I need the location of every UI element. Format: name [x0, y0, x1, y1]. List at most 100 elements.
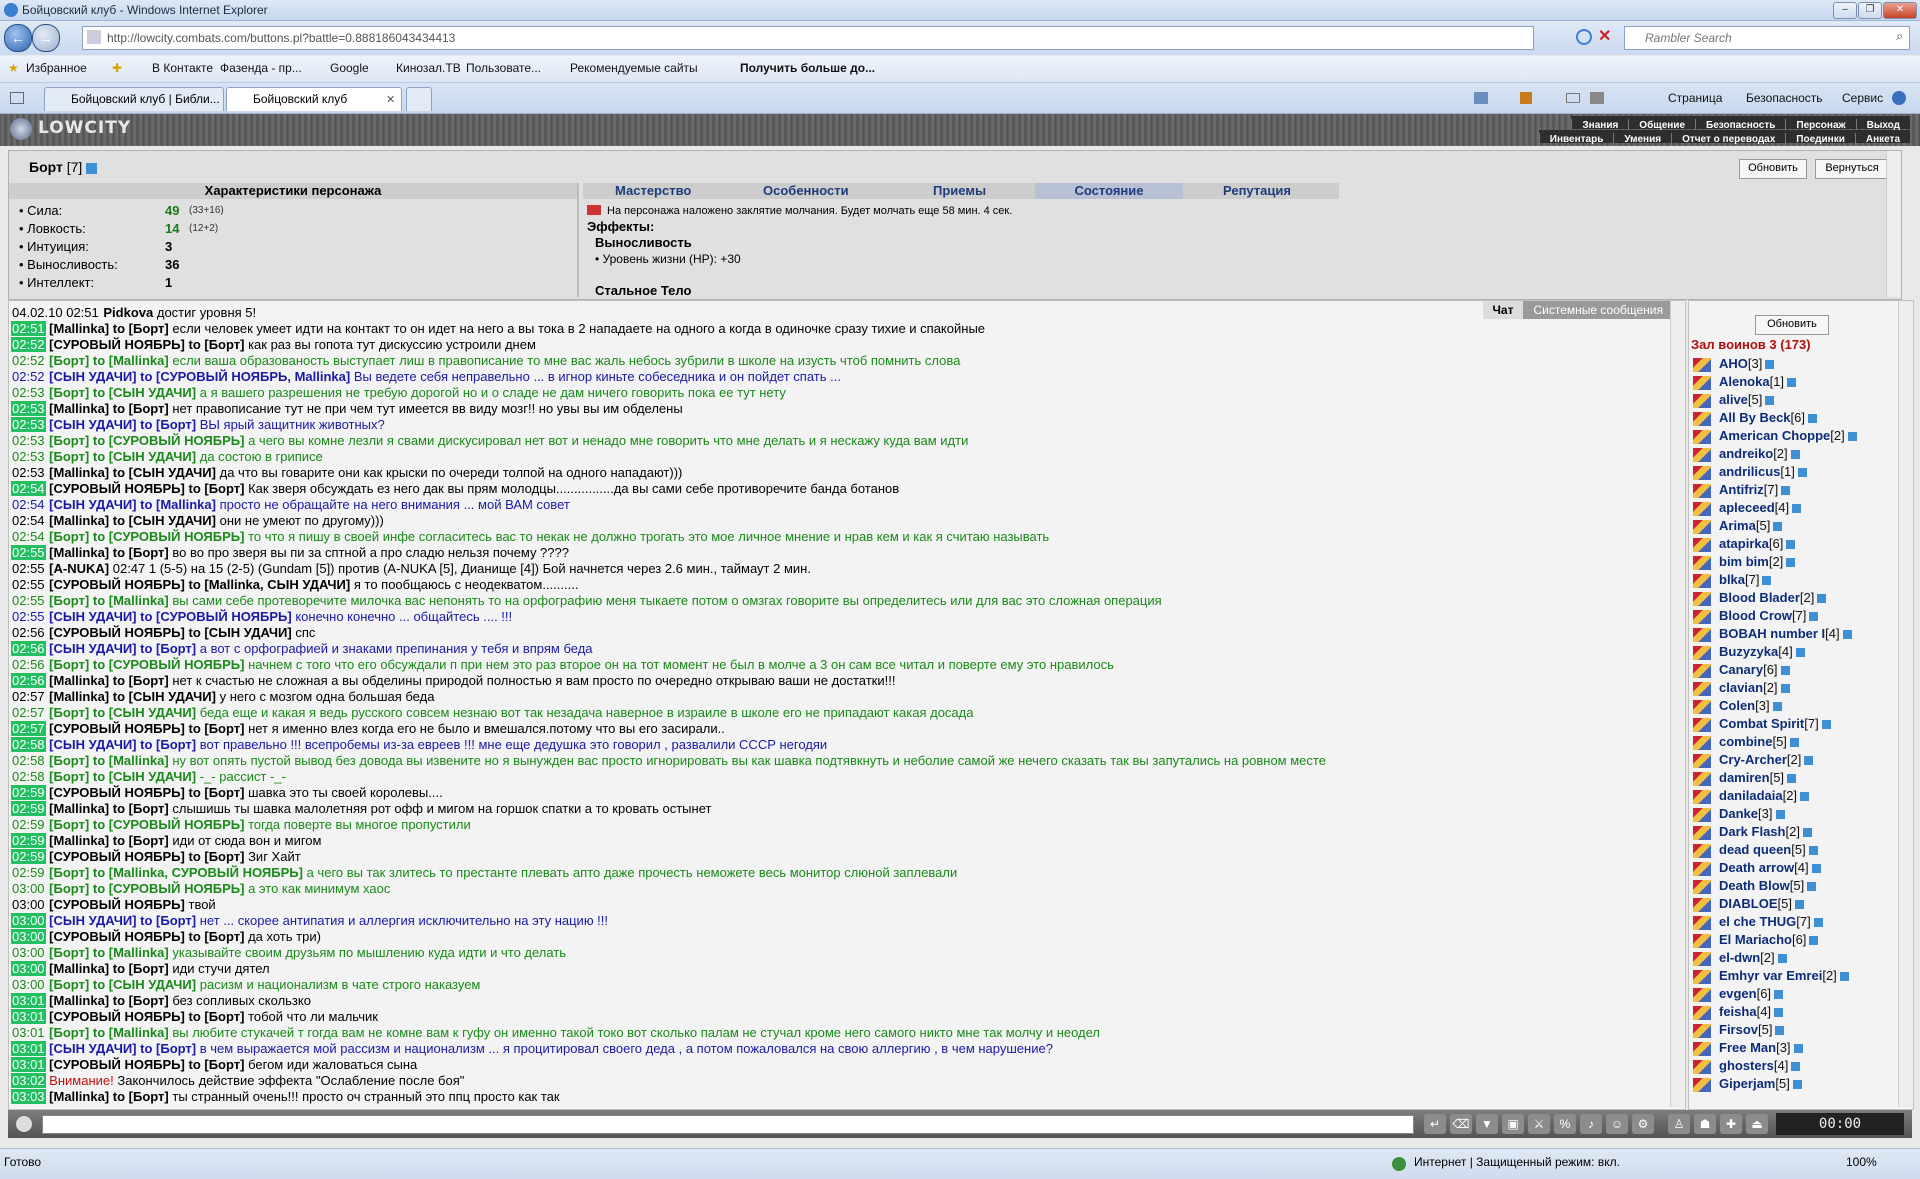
add-favorite-icon[interactable]: ✚: [112, 61, 122, 75]
user-name[interactable]: Alenoka: [1719, 374, 1770, 389]
clan-sign-icon[interactable]: [1693, 879, 1711, 894]
message-recipient[interactable]: to [Mallinka]: [93, 593, 169, 608]
message-author[interactable]: [Mallinka]: [49, 993, 109, 1008]
emoticon-icon[interactable]: ☺: [1606, 1114, 1628, 1134]
clan-sign-icon[interactable]: [1693, 645, 1711, 660]
quick-tabs-icon[interactable]: [10, 92, 24, 104]
message-recipient[interactable]: to [Борт]: [140, 737, 196, 752]
user-list-item[interactable]: el che THUG[7]: [1693, 913, 1893, 931]
message-author[interactable]: [СУРОВЫЙ НОЯБРЬ]: [49, 721, 185, 736]
user-name[interactable]: Dark Flash: [1719, 824, 1785, 839]
clan-sign-icon[interactable]: [1693, 861, 1711, 876]
user-list-item[interactable]: andrilicus[1]: [1693, 463, 1893, 481]
timer-clock[interactable]: 00:00: [1776, 1113, 1904, 1135]
message-author[interactable]: [Mallinka]: [49, 513, 109, 528]
user-name[interactable]: All By Beck: [1719, 410, 1791, 425]
info-icon[interactable]: [1773, 522, 1783, 532]
info-icon[interactable]: [1765, 396, 1775, 406]
info-icon[interactable]: [1789, 738, 1799, 748]
message-author[interactable]: [СУРОВЫЙ НОЯБРЬ]: [49, 1057, 185, 1072]
info-icon[interactable]: [1809, 612, 1819, 622]
zoom-level[interactable]: 100%: [1846, 1155, 1877, 1169]
person-icon[interactable]: ♙: [1668, 1114, 1690, 1134]
message-recipient[interactable]: to [Борт]: [188, 785, 244, 800]
info-icon[interactable]: [1817, 594, 1827, 604]
exit-icon[interactable]: ⏏: [1746, 1114, 1768, 1134]
user-list-item[interactable]: alive[5]: [1693, 391, 1893, 409]
user-name[interactable]: Free Man: [1719, 1040, 1776, 1055]
message-author[interactable]: [Борт]: [49, 977, 89, 992]
clan-sign-icon[interactable]: [1693, 771, 1711, 786]
info-icon[interactable]: [1787, 378, 1797, 388]
fav-polzovate[interactable]: Пользовате...: [466, 61, 541, 75]
clan-sign-icon[interactable]: [1693, 627, 1711, 642]
user-list-item[interactable]: Colen[3]: [1693, 697, 1893, 715]
clan-sign-icon[interactable]: [1693, 537, 1711, 552]
user-name[interactable]: apleceed: [1719, 500, 1775, 515]
refresh-button[interactable]: Обновить: [1739, 159, 1807, 179]
tab-features[interactable]: Особенности: [763, 183, 849, 199]
message-author[interactable]: [СУРОВЫЙ НОЯБРЬ]: [49, 337, 185, 352]
info-icon[interactable]: [1811, 864, 1821, 874]
clan-sign-icon[interactable]: [1693, 915, 1711, 930]
search-icon[interactable]: ⌕: [1896, 29, 1903, 44]
message-recipient[interactable]: to [Борт]: [140, 417, 196, 432]
url-field[interactable]: http://lowcity.combats.com/buttons.pl?ba…: [82, 26, 1534, 50]
info-icon[interactable]: [1775, 1026, 1785, 1036]
stop-icon[interactable]: ✕: [1598, 26, 1611, 46]
user-list-item[interactable]: Arima[5]: [1693, 517, 1893, 535]
info-icon[interactable]: [1772, 702, 1782, 712]
info-icon[interactable]: [1774, 1008, 1784, 1018]
message-recipient[interactable]: to [Борт]: [113, 673, 169, 688]
user-list-item[interactable]: All By Beck[6]: [1693, 409, 1893, 427]
user-name[interactable]: Death arrow: [1719, 860, 1794, 875]
user-name[interactable]: DIABLOE: [1719, 896, 1778, 911]
message-recipient[interactable]: to [Борт]: [113, 961, 169, 976]
new-tab-button[interactable]: [406, 87, 432, 111]
info-icon[interactable]: [1781, 486, 1791, 496]
info-icon[interactable]: [1804, 756, 1814, 766]
clan-sign-icon[interactable]: [1693, 789, 1711, 804]
message-recipient[interactable]: to [Борт]: [188, 721, 244, 736]
tools-menu[interactable]: Сервис: [1842, 91, 1883, 105]
info-icon[interactable]: [1780, 684, 1790, 694]
fav-more-addons[interactable]: Получить больше до...: [740, 61, 875, 75]
user-name[interactable]: Blood Crow: [1719, 608, 1792, 623]
user-list-item[interactable]: Emhyr var Emrei[2]: [1693, 967, 1893, 985]
user-list-item[interactable]: Dark Flash[2]: [1693, 823, 1893, 841]
message-author[interactable]: [A-NUKA]: [49, 561, 109, 576]
message-recipient[interactable]: to [Борт]: [113, 545, 169, 560]
user-name[interactable]: atapirka: [1719, 536, 1769, 551]
clan-sign-icon[interactable]: [1693, 357, 1711, 372]
user-name[interactable]: el-dwn: [1719, 950, 1760, 965]
message-recipient[interactable]: to [Борт]: [113, 993, 169, 1008]
message-recipient[interactable]: to [Mallinka]: [93, 753, 169, 768]
message-author[interactable]: [СЫН УДАЧИ]: [49, 369, 136, 384]
info-icon[interactable]: [1794, 900, 1804, 910]
menu-profile[interactable]: Анкета: [1854, 133, 1910, 146]
message-author[interactable]: [Борт]: [49, 705, 89, 720]
info-icon[interactable]: [1780, 666, 1790, 676]
clan-sign-icon[interactable]: [1693, 573, 1711, 588]
message-recipient[interactable]: to [СЫН УДАЧИ]: [93, 705, 196, 720]
info-icon[interactable]: [1821, 720, 1831, 730]
message-author[interactable]: [Борт]: [49, 753, 89, 768]
tab-condition[interactable]: Состояние: [1035, 183, 1183, 199]
message-recipient[interactable]: to [СЫН УДАЧИ]: [93, 977, 196, 992]
users-scrollbar[interactable]: [1898, 301, 1913, 1107]
clan-sign-icon[interactable]: [1693, 429, 1711, 444]
home-icon[interactable]: [1474, 92, 1488, 104]
user-list-item[interactable]: atapirka[6]: [1693, 535, 1893, 553]
tab-library[interactable]: Бойцовский клуб | Библи...: [44, 87, 224, 111]
message-recipient[interactable]: to [Борт]: [140, 1041, 196, 1056]
message-recipient[interactable]: to [Борт]: [188, 849, 244, 864]
user-list-item[interactable]: El Mariacho[6]: [1693, 931, 1893, 949]
message-author[interactable]: [СЫН УДАЧИ]: [49, 497, 136, 512]
page-menu[interactable]: Страница: [1668, 91, 1722, 105]
user-name[interactable]: daniladaia: [1719, 788, 1783, 803]
info-icon[interactable]: [1800, 792, 1810, 802]
message-recipient[interactable]: to [Борт]: [113, 801, 169, 816]
clan-sign-icon[interactable]: [1693, 969, 1711, 984]
message-recipient[interactable]: to [СУРОВЫЙ НОЯБРЬ]: [93, 529, 245, 544]
message-author[interactable]: [СУРОВЫЙ НОЯБРЬ]: [49, 625, 185, 640]
